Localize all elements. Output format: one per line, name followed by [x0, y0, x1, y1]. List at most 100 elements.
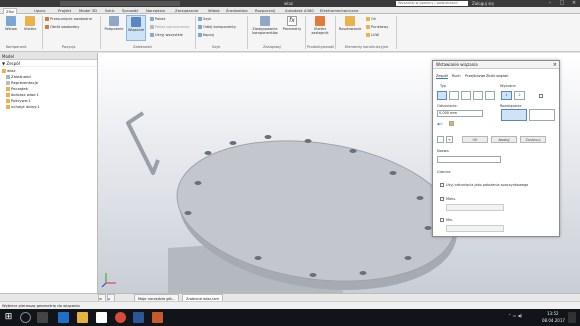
copy-button[interactable]: Kopiuj — [198, 33, 214, 37]
show-constraints-icon — [150, 25, 154, 29]
close-icon[interactable]: × — [568, 0, 580, 7]
mate-solution-button[interactable] — [501, 109, 527, 121]
help-search-input[interactable]: Wyszukaj w pomocy i poleceniach — [396, 1, 468, 6]
tab-assembly[interactable]: Zespół — [436, 74, 448, 79]
clock-time[interactable]: 13:52 — [547, 311, 559, 316]
tree-label: Pokrywa:1 — [11, 98, 31, 103]
group-label-komponent: Komponent — [6, 45, 27, 49]
hide-all-button[interactable]: Ukryj wszystkie — [150, 33, 183, 37]
create-label: Utwórz — [23, 27, 37, 31]
point-button[interactable]: Punktowy — [366, 25, 388, 29]
tree-label: Reprezentacje — [11, 80, 39, 85]
replace-button[interactable]: Zastępowanie komponentów — [250, 16, 280, 35]
maximize-icon[interactable]: □ — [556, 0, 568, 7]
clock-date[interactable]: 08.04.2017 — [542, 318, 565, 323]
free-rotate-button[interactable]: Obrót swobodny — [45, 25, 79, 29]
file-explorer-icon[interactable] — [77, 312, 88, 323]
symmetry-type-button[interactable] — [485, 91, 495, 100]
name-input[interactable] — [437, 156, 501, 163]
ok-button[interactable]: OK — [462, 136, 488, 143]
joint-button[interactable]: Połączenie — [103, 16, 125, 31]
show-button[interactable]: Pokaż — [150, 17, 165, 21]
minimum-label: Min. — [446, 218, 454, 222]
tangent-type-button[interactable] — [461, 91, 471, 100]
preview-icon[interactable]: ◉⊙ — [437, 122, 443, 126]
task-view-icon[interactable] — [37, 312, 48, 323]
joint-icon — [109, 16, 119, 26]
selection-2-button[interactable]: 2 — [514, 91, 525, 100]
help-icon[interactable] — [437, 136, 444, 143]
windows-taskbar: ⊞ ⌃ ▭ ◀) 13:52 08.04.2017 — [0, 309, 580, 326]
offset-input[interactable]: 0,000 mm — [437, 110, 483, 117]
create-button[interactable]: Utwórz — [21, 16, 39, 31]
notifications-icon[interactable] — [568, 312, 576, 323]
flush-solution-button[interactable] — [529, 109, 555, 121]
create-icon — [25, 16, 35, 26]
rotate-label: Obrót swobodny — [50, 25, 80, 29]
insert-button[interactable]: Wstaw — [3, 16, 19, 31]
angle-type-button[interactable] — [449, 91, 459, 100]
limits-label: Granice — [437, 170, 451, 174]
edge-icon[interactable] — [58, 312, 69, 323]
tab-constraint-set[interactable]: Zbiór wiązań — [486, 74, 508, 78]
constraint-button[interactable]: Wiązanie — [126, 15, 146, 41]
browser-filter[interactable]: ▼ Zespół — [0, 60, 97, 67]
free-move-button[interactable]: Przesunięcie swobodne — [45, 17, 92, 21]
use-offset-checkbox[interactable] — [440, 183, 444, 187]
maximum-checkbox[interactable] — [440, 197, 444, 201]
ucs-button[interactable]: LUW — [366, 33, 379, 37]
cortana-icon[interactable] — [20, 312, 31, 323]
solution-label: Rozwiązanie — [500, 104, 522, 108]
tab-transitional[interactable]: Przejściowe — [465, 74, 485, 78]
minimum-input[interactable] — [446, 225, 504, 232]
skeleton-button[interactable]: Rusztowanie — [338, 16, 362, 31]
pattern-button[interactable]: Szyk — [198, 17, 211, 21]
tree-item[interactable]: uchwyt dolny:1 — [2, 104, 95, 110]
rotate-icon — [45, 25, 49, 29]
apply-button[interactable]: Zastosuj — [520, 136, 546, 143]
mirror-icon — [198, 25, 202, 29]
inventor-icon[interactable] — [152, 312, 163, 323]
windows-start-icon[interactable]: ⊞ — [3, 312, 14, 323]
store-icon[interactable] — [96, 312, 107, 323]
substitute-icon — [315, 16, 325, 26]
minimum-checkbox[interactable] — [440, 218, 444, 222]
word-icon[interactable] — [133, 312, 144, 323]
replace-icon — [260, 16, 270, 26]
offset-label: Odsunięcie: — [437, 104, 458, 108]
parameters-button[interactable]: fx Parametry — [282, 16, 302, 31]
part-icon — [6, 93, 10, 97]
substitute-button[interactable]: Utwórz zastępnik — [308, 16, 332, 35]
insert-type-button[interactable] — [473, 91, 483, 100]
group-separator — [335, 16, 336, 49]
group-separator — [100, 16, 101, 49]
maximum-input[interactable] — [446, 204, 504, 211]
pick-part-first-checkbox[interactable] — [539, 94, 543, 98]
minimize-icon[interactable]: – — [544, 0, 556, 7]
browser-header[interactable]: Model — [0, 53, 97, 60]
relations-icon — [6, 75, 10, 79]
show-constraints-button[interactable]: Pokaż ograniczenia — [150, 25, 189, 29]
sign-in-link[interactable]: Zaloguj się — [472, 1, 494, 6]
point-icon — [366, 25, 370, 29]
tree-label: uchwyt dolny:1 — [11, 104, 40, 109]
tree-label: dolnasz wlaz:1 — [11, 92, 39, 97]
document-title: wlaz — [284, 1, 293, 6]
tab-motion[interactable]: Ruch — [452, 74, 461, 78]
chrome-icon[interactable] — [115, 312, 126, 323]
close-icon[interactable]: × — [553, 61, 557, 69]
axis-button[interactable]: Oś — [366, 17, 376, 21]
quick-access-toolbar[interactable] — [60, 1, 180, 6]
collapse-icon[interactable]: « — [446, 136, 453, 143]
copy-label: Kopiuj — [203, 33, 214, 37]
mirror-button[interactable]: Odbij komponenty — [198, 25, 236, 29]
cancel-button[interactable]: Anuluj — [491, 136, 517, 143]
tree-label: Zależności — [11, 74, 32, 79]
system-tray-icons[interactable]: ⌃ ▭ ◀) — [508, 313, 522, 318]
selection-1-button[interactable]: 1 — [501, 91, 512, 100]
predict-offset-icon[interactable] — [449, 121, 454, 126]
origin-icon — [6, 87, 10, 91]
pattern-icon — [198, 17, 202, 21]
copy-icon — [198, 33, 202, 37]
mate-type-button[interactable] — [437, 91, 447, 100]
